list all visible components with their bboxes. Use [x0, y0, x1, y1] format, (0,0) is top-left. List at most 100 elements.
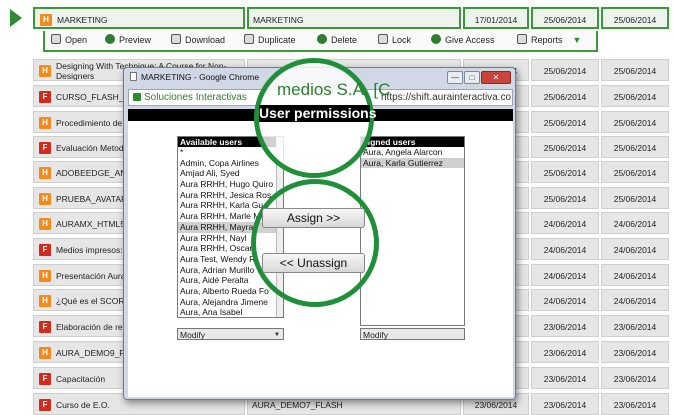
- html-badge-icon: H: [39, 295, 51, 307]
- row-date2: 23/06/2014: [531, 393, 599, 415]
- row-date3: 24/06/2014: [601, 212, 669, 234]
- row-date2: 25/06/2014: [531, 187, 599, 209]
- row-name-cell[interactable]: H MARKETING: [33, 7, 245, 29]
- table-row-selected[interactable]: H MARKETING MARKETING 17/01/2014 25/06/2…: [33, 7, 669, 29]
- download-button[interactable]: Download: [171, 31, 225, 50]
- flash-badge-icon: F: [39, 373, 51, 385]
- duplicate-icon: [244, 34, 254, 44]
- row-date3: 25/06/2014: [601, 85, 669, 107]
- row-date3: 23/06/2014: [601, 393, 669, 415]
- available-user-item[interactable]: Aura, Alberto Rueda Fo: [178, 286, 283, 297]
- open-icon: [51, 34, 61, 44]
- row-date2: 24/06/2014: [531, 289, 599, 311]
- dropdown-arrow-icon: ▼: [274, 332, 280, 338]
- modify-select-right[interactable]: Modify: [360, 328, 465, 340]
- row-action-toolbar: Open Preview Download Duplicate Delete L…: [43, 31, 598, 52]
- row-date2: 24/06/2014: [531, 212, 599, 234]
- available-user-item[interactable]: Amjad Ali, Syed: [178, 168, 283, 179]
- row-date2: 24/06/2014: [531, 264, 599, 286]
- row-date3: 24/06/2014: [601, 238, 669, 260]
- preview-button[interactable]: Preview: [105, 31, 151, 50]
- flash-badge-icon: F: [39, 321, 51, 333]
- row-name: ADOBEEDGE_ANI: [56, 168, 129, 178]
- row-date3: 25/06/2014: [601, 7, 669, 29]
- unassign-button[interactable]: << Unassign: [262, 253, 365, 273]
- row-date2: 25/06/2014: [531, 111, 599, 133]
- row-date2: 25/06/2014: [531, 161, 599, 183]
- assigned-user-item[interactable]: Aura, Angela Alarcon: [361, 147, 464, 158]
- download-icon: [171, 34, 181, 44]
- flash-badge-icon: F: [39, 244, 51, 256]
- give-access-button[interactable]: Give Access: [431, 31, 495, 50]
- modify-select-left[interactable]: Modify ▼: [177, 328, 284, 340]
- available-user-item[interactable]: Aura, Alejandra Jimene: [178, 297, 283, 308]
- duplicate-button[interactable]: Duplicate: [244, 31, 296, 50]
- available-user-item[interactable]: Aura RRHH, Hugo Quiro: [178, 179, 283, 190]
- reports-icon: [517, 34, 527, 44]
- row-date2: 23/06/2014: [531, 341, 599, 363]
- delete-button[interactable]: Delete: [317, 31, 357, 50]
- lock-icon: [378, 34, 388, 44]
- flash-badge-icon: F: [39, 142, 51, 154]
- row-name: CURSO_FLASH_A: [56, 92, 130, 102]
- chevron-down-icon: ▼: [572, 35, 582, 45]
- assign-button[interactable]: Assign >>: [262, 208, 365, 228]
- lock-button[interactable]: Lock: [378, 31, 411, 50]
- row-name: PRUEBA_AVATAR: [56, 194, 128, 204]
- row-date3: 25/06/2014: [601, 111, 669, 133]
- row-name: Medios impresos:: [56, 245, 123, 255]
- page-icon: [130, 72, 137, 81]
- available-user-item[interactable]: Aura, Ana Isabel: [178, 307, 283, 317]
- row-date3: 25/06/2014: [601, 161, 669, 183]
- flash-badge-icon: F: [39, 399, 51, 411]
- delete-icon: [317, 34, 327, 44]
- row-date2: 23/06/2014: [531, 367, 599, 389]
- zoomed-address-org: medios S.A. [C: [277, 80, 391, 99]
- give-access-icon: [431, 34, 441, 44]
- row-date2: 25/06/2014: [531, 136, 599, 158]
- assigned-user-item[interactable]: Aura, Karla Gutierrez: [361, 157, 464, 169]
- row-date2: 25/06/2014: [531, 7, 599, 29]
- close-button[interactable]: ✕: [481, 71, 511, 84]
- html-badge-icon: H: [40, 14, 52, 26]
- minimize-button[interactable]: —: [447, 71, 463, 84]
- row-name: Presentación Aura: [56, 271, 126, 281]
- row-name: Elaboración de re: [56, 322, 123, 332]
- row-date3: 23/06/2014: [601, 315, 669, 337]
- row-date3: 24/06/2014: [601, 289, 669, 311]
- maximize-button[interactable]: □: [464, 71, 480, 84]
- row-date3: 25/06/2014: [601, 187, 669, 209]
- row-name: Procedimiento de: [56, 118, 123, 128]
- html-badge-icon: H: [39, 167, 51, 179]
- row-date3: 24/06/2014: [601, 264, 669, 286]
- html-badge-icon: H: [39, 347, 51, 359]
- available-user-item[interactable]: Admin, Copa Airlines: [178, 158, 283, 169]
- reports-button[interactable]: Reports ▼: [517, 31, 581, 50]
- row-date3: 25/06/2014: [601, 59, 669, 81]
- row-name: MARKETING: [57, 15, 108, 25]
- row-col2: MARKETING: [247, 7, 461, 29]
- row-date2: 25/06/2014: [531, 59, 599, 81]
- assigned-users-header: signed users: [361, 137, 464, 147]
- row-date3: 23/06/2014: [601, 367, 669, 389]
- row-date3: 25/06/2014: [601, 136, 669, 158]
- html-badge-icon: H: [39, 193, 51, 205]
- zoom-highlight-circle-top: medios S.A. [C User permissions: [254, 58, 390, 178]
- html-badge-icon: H: [39, 65, 51, 77]
- html-badge-icon: H: [39, 218, 51, 230]
- address-url: https://shift.aurainteractiva.co: [381, 92, 512, 103]
- zoom-highlight-circle-bottom: [251, 179, 379, 307]
- html-badge-icon: H: [39, 270, 51, 282]
- row-name: Evaluación Metodo: [56, 143, 129, 153]
- flash-badge-icon: F: [39, 91, 51, 103]
- row-date2: 23/06/2014: [531, 315, 599, 337]
- address-org: Soluciones Interactivas: [144, 92, 247, 103]
- html-badge-icon: H: [39, 117, 51, 129]
- secure-lock-icon: [133, 93, 141, 101]
- row-name: Capacitación: [56, 374, 106, 384]
- open-button[interactable]: Open: [51, 31, 87, 50]
- row-name: AURA_DEMO9_FL: [56, 348, 130, 358]
- row-date1: 17/01/2014: [463, 7, 529, 29]
- row-name: ¿Qué es el SCORM: [56, 296, 132, 306]
- preview-icon: [105, 34, 115, 44]
